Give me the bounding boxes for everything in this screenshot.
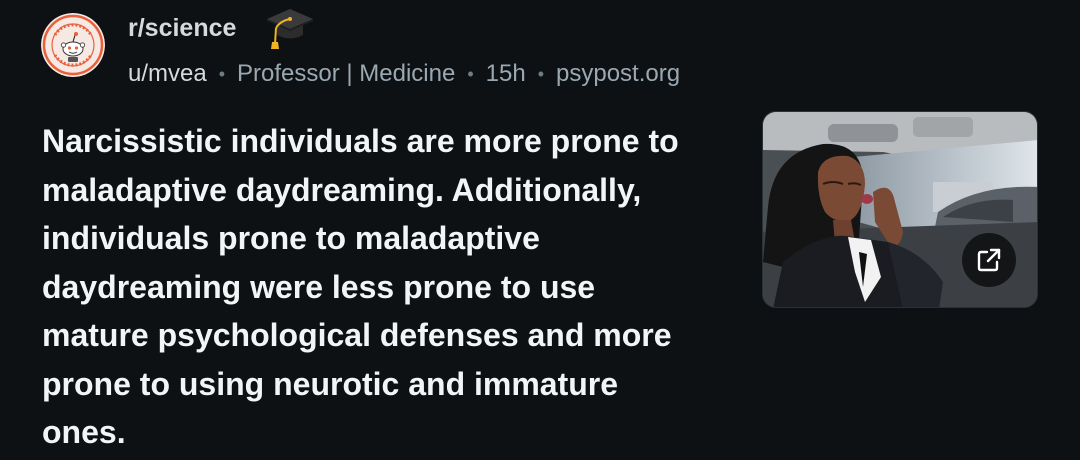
open-link-button[interactable] (962, 233, 1016, 287)
author-flair: Professor | Medicine (237, 60, 456, 87)
graduation-cap-icon (262, 4, 318, 52)
external-link-icon (977, 248, 1001, 272)
link-domain[interactable]: psypost.org (556, 57, 680, 91)
meta-separator: • (537, 64, 545, 84)
post-age: 15h (485, 60, 526, 87)
meta-separator: • (218, 64, 226, 84)
subreddit-name[interactable]: r/science (128, 12, 236, 44)
science-seal-icon (41, 13, 105, 77)
subreddit-avatar[interactable] (41, 13, 105, 77)
post-meta: u/mvea • Professor | Medicine • 15h • ps… (128, 57, 680, 91)
meta-separator: • (467, 64, 474, 84)
author-name[interactable]: u/mvea (128, 57, 207, 91)
post-title[interactable]: Narcissistic individuals are more prone … (42, 117, 702, 457)
